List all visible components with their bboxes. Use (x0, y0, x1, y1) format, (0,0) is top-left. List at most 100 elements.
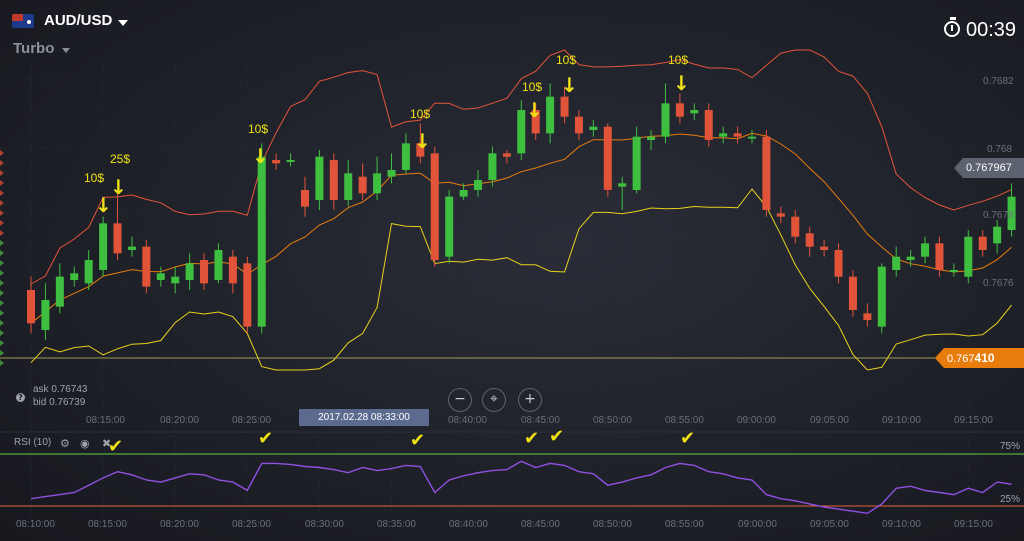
arrow-down-icon: ↓ (526, 98, 543, 122)
info-icon[interactable]: ? (16, 393, 25, 402)
edge-marker (0, 240, 4, 246)
current-price-tag: 0.767410 (935, 348, 1024, 368)
time-axis-label: 08:15:00 (86, 415, 125, 426)
edge-marker (0, 320, 4, 326)
time-axis-label: 08:10:00 (16, 519, 55, 530)
arrow-down-icon: ↓ (561, 73, 578, 97)
candle-up (84, 260, 93, 284)
arrow-down-icon: ↓ (110, 175, 127, 199)
check-mark-icon: ✔ (680, 428, 696, 449)
candle-up (344, 173, 353, 200)
candle-up (661, 103, 670, 137)
crosshair-time-tooltip: 2017.02.28 08:33:00 (299, 409, 429, 426)
candle-up (647, 136, 656, 140)
candle-up (618, 183, 627, 187)
time-axis-label: 08:15:00 (88, 519, 127, 530)
trade-amount-annotation: 10$ (248, 122, 269, 136)
gear-icon[interactable]: ⚙ (60, 437, 70, 450)
check-mark-icon: ✔ (258, 428, 274, 449)
candle-down (502, 153, 511, 157)
edge-marker (0, 270, 4, 276)
au-us-flag-icon (12, 14, 34, 28)
time-axis-label: 09:05:00 (810, 519, 849, 530)
trade-amount-annotation: 10$ (84, 171, 105, 185)
candle-down (358, 176, 367, 194)
edge-marker (0, 160, 4, 166)
time-axis-label: 09:00:00 (738, 519, 777, 530)
center-chart-button[interactable]: ⌖ (482, 388, 506, 412)
trade-amount-annotation: 10$ (556, 53, 577, 67)
mode-selector[interactable]: Turbo (13, 40, 54, 57)
candle-up (171, 276, 180, 284)
time-axis-label: 09:05:00 (810, 415, 849, 426)
candle-down (142, 246, 151, 287)
expiry-timer: 00:39 (966, 19, 1017, 41)
ask-price: ask 0.76743 (33, 384, 88, 395)
arrow-down-icon: ↓ (673, 71, 690, 95)
edge-marker (0, 250, 4, 256)
candle-up (55, 276, 64, 307)
candle-down (834, 250, 843, 277)
rsi-upper-level-label: 75% (1000, 441, 1021, 452)
arrow-down-icon: ↓ (252, 144, 269, 168)
time-axis-label: 08:40:00 (448, 415, 487, 426)
chart-canvas[interactable] (0, 0, 1024, 541)
candle-up (459, 190, 468, 197)
candle-up (70, 273, 79, 280)
candle-up (964, 236, 973, 277)
current-price-pips: 410 (974, 351, 995, 365)
time-axis-label: 08:50:00 (593, 415, 632, 426)
rsi-lower-level-label: 25% (1000, 494, 1021, 505)
edge-marker (0, 190, 4, 196)
candle-up (401, 143, 410, 170)
candle-down (675, 103, 684, 117)
candle-up (993, 226, 1002, 244)
candle-down (113, 223, 122, 254)
check-mark-icon: ✔ (524, 428, 540, 449)
eye-icon[interactable]: ◉ (80, 437, 90, 450)
time-axis-label: 08:55:00 (665, 519, 704, 530)
edge-marker (0, 220, 4, 226)
asset-selector[interactable]: AUD/USD (44, 12, 112, 29)
candle-down (27, 290, 35, 324)
left-edge-markers (0, 150, 4, 366)
edge-marker (0, 340, 4, 346)
candle-down (733, 133, 742, 137)
time-axis-label: 08:20:00 (160, 519, 199, 530)
candle-up (185, 263, 194, 280)
bollinger-middle-band (30, 132, 1012, 324)
edge-marker (0, 300, 4, 306)
candle-up (41, 300, 50, 330)
candle-up (156, 273, 165, 280)
trade-amount-annotation: 10$ (522, 80, 543, 94)
candle-up (315, 156, 324, 200)
zoom-in-button[interactable]: + (518, 388, 542, 412)
chevron-down-icon[interactable] (118, 20, 128, 26)
edge-marker (0, 150, 4, 156)
candle-down (574, 116, 583, 134)
edge-marker (0, 200, 4, 206)
candle-up (906, 256, 915, 260)
candle-up (286, 160, 295, 162)
candle-up (127, 246, 136, 250)
zoom-out-button[interactable]: − (448, 388, 472, 412)
candle-down (820, 246, 829, 250)
candle-up (214, 250, 223, 280)
time-axis-label: 09:10:00 (882, 519, 921, 530)
time-axis-label: 08:45:00 (521, 415, 560, 426)
candle-up (921, 243, 930, 257)
edge-marker (0, 360, 4, 366)
candle-down (603, 126, 612, 190)
edge-marker (0, 260, 4, 266)
chevron-down-icon[interactable] (62, 48, 70, 53)
time-axis-label: 08:25:00 (232, 519, 271, 530)
edge-marker (0, 310, 4, 316)
time-axis-label: 08:30:00 (305, 519, 344, 530)
candle-up (373, 173, 382, 194)
candle-up (387, 170, 396, 177)
candle-up (892, 256, 901, 270)
candle-down (704, 110, 713, 140)
edge-marker (0, 210, 4, 216)
candle-up (99, 223, 108, 270)
candle-down (762, 136, 771, 210)
